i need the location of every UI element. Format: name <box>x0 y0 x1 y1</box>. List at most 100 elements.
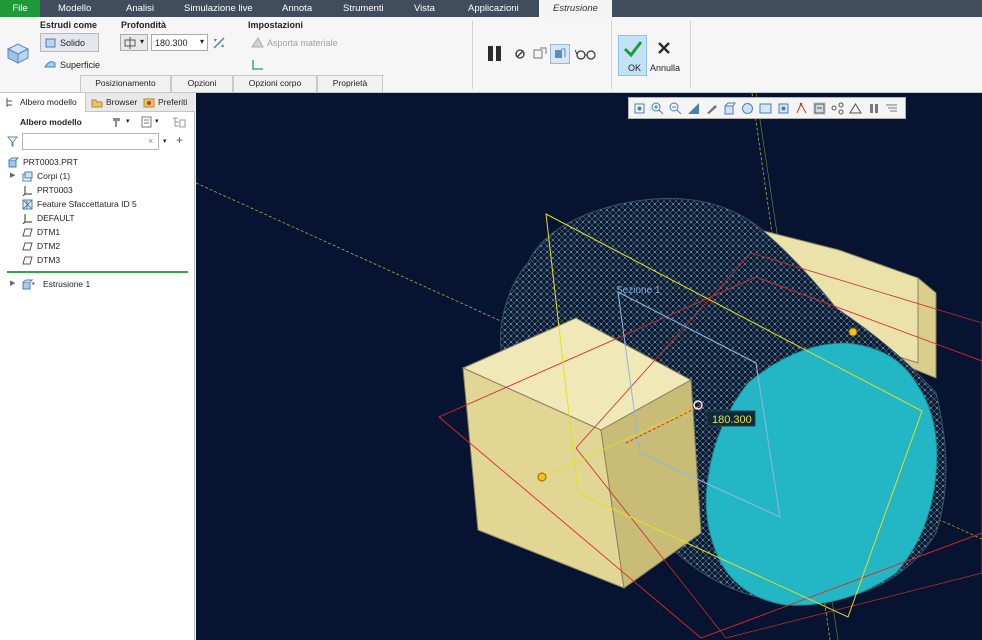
zoom-out-icon[interactable] <box>669 102 682 115</box>
tab-preferiti[interactable]: Preferiti <box>140 93 189 112</box>
pen-icon[interactable] <box>705 102 718 115</box>
surface-icon[interactable] <box>44 58 56 70</box>
part-icon <box>8 157 19 168</box>
solido-button[interactable]: Solido <box>40 33 99 52</box>
plane-icon <box>22 242 33 251</box>
chevron-down-icon: ▾ <box>140 37 145 46</box>
tree-columns-icon[interactable] <box>172 116 186 128</box>
no-preview-icon[interactable] <box>514 48 526 60</box>
folder-icon <box>91 99 103 108</box>
clear-icon[interactable]: × <box>148 136 153 146</box>
extrude-icon: ★ <box>22 279 36 290</box>
zoom-in-icon[interactable] <box>651 102 664 115</box>
tab-albero-modello[interactable]: Albero modello <box>0 93 86 112</box>
glasses-icon[interactable] <box>575 47 597 61</box>
csys-icon <box>22 186 32 196</box>
ribbon-separator <box>690 21 691 89</box>
triangle-icon[interactable] <box>849 102 862 115</box>
verify-mode-toggle[interactable] <box>550 44 570 64</box>
remove-material-icon[interactable] <box>251 36 264 49</box>
display-style-icon[interactable] <box>723 102 736 115</box>
view-toolbar <box>628 97 906 119</box>
pause-icon[interactable] <box>867 102 880 115</box>
tab-estrusione[interactable]: Estrusione <box>539 0 612 17</box>
expand-arrow-icon[interactable]: ▶ <box>10 277 15 291</box>
superficie-label[interactable]: Superficie <box>60 60 100 70</box>
ok-label: OK <box>628 63 642 73</box>
model-scene[interactable]: 180.300 Sezione 1 <box>196 93 982 640</box>
expand-arrow-icon[interactable]: ▶ <box>10 169 15 183</box>
asporta-materiale-label[interactable]: Asporta materiale <box>267 38 338 48</box>
ribbon-separator <box>611 21 612 89</box>
drag-handle[interactable] <box>848 327 858 337</box>
tab-posizionamento[interactable]: Posizionamento <box>80 76 171 92</box>
facet-icon <box>22 199 33 210</box>
bodies-icon <box>22 171 33 182</box>
menu-vista[interactable]: Vista <box>414 0 435 17</box>
annulla-button[interactable]: Annulla <box>650 35 680 76</box>
spin-center-icon[interactable] <box>831 102 844 115</box>
panel-tabs: Albero modello Browser Preferiti <box>0 93 195 112</box>
tab-opzioni[interactable]: Opzioni <box>171 76 233 92</box>
panel-header: Albero modello <box>20 117 82 127</box>
menu-bar: File Modello Analisi Simulazione live An… <box>0 0 982 17</box>
annulla-label: Annulla <box>650 63 681 73</box>
tab-proprieta[interactable]: Proprietà <box>317 76 383 92</box>
annotation-display-icon[interactable] <box>813 102 826 115</box>
attached-preview-icon[interactable] <box>532 46 548 62</box>
insert-indicator[interactable] <box>7 271 188 273</box>
menu-simulazione-live[interactable]: Simulazione live <box>184 0 253 17</box>
profondita-title: Profondità <box>121 20 166 30</box>
ribbon: Estrudi come Solido Superficie Profondit… <box>0 17 982 93</box>
extrude-type-icon[interactable] <box>6 41 30 65</box>
chevron-down-icon[interactable]: ▾ <box>126 117 130 125</box>
filter-icon[interactable] <box>7 136 18 147</box>
graphics-viewport[interactable]: 180.300 Sezione 1 <box>196 93 982 640</box>
view-manager-icon[interactable] <box>759 102 772 115</box>
check-icon <box>623 41 643 58</box>
menu-file[interactable]: File <box>0 0 40 17</box>
settings-hammer-icon[interactable] <box>111 116 123 128</box>
estrudi-come-title: Estrudi come <box>40 20 98 30</box>
verify-icon <box>555 48 566 58</box>
datum-display-icon[interactable] <box>795 102 808 115</box>
solid-icon <box>45 38 56 48</box>
impostazioni-title: Impostazioni <box>248 20 304 30</box>
saved-orientations-icon[interactable] <box>741 102 754 115</box>
menu-applicazioni[interactable]: Applicazioni <box>468 0 519 17</box>
show-icon[interactable] <box>141 116 152 128</box>
flip-direction-icon[interactable] <box>212 36 226 50</box>
chevron-down-icon[interactable]: ▾ <box>163 137 167 145</box>
menu-annota[interactable]: Annota <box>282 0 312 17</box>
chevron-down-icon: ▾ <box>200 37 205 46</box>
plane-icon <box>22 228 33 237</box>
tree-icon <box>6 98 12 107</box>
align-icon[interactable] <box>885 102 898 115</box>
drag-handle[interactable] <box>537 472 547 482</box>
menu-analisi[interactable]: Analisi <box>126 0 154 17</box>
filter-input[interactable]: × <box>22 133 159 150</box>
repaint-icon[interactable] <box>687 102 700 115</box>
menu-strumenti[interactable]: Strumenti <box>343 0 384 17</box>
close-icon <box>658 42 670 54</box>
depth-value-input[interactable]: 180.300 ▾ <box>151 34 208 51</box>
perspective-icon[interactable] <box>777 102 790 115</box>
pause-icon[interactable] <box>487 45 503 63</box>
thicken-icon[interactable] <box>251 58 264 71</box>
model-tree-panel: Albero modello Browser Preferiti Albero … <box>0 93 195 640</box>
favorites-icon <box>143 98 155 108</box>
ribbon-separator <box>472 21 473 89</box>
tab-opzioni-corpo[interactable]: Opzioni corpo <box>233 76 317 92</box>
svg-text:★: ★ <box>31 281 36 287</box>
subtab-bar: Posizionamento Opzioni Opzioni corpo Pro… <box>80 75 384 92</box>
chevron-down-icon[interactable]: ▾ <box>155 117 159 125</box>
menu-modello[interactable]: Modello <box>58 0 91 17</box>
add-filter-icon[interactable]: + <box>176 133 183 147</box>
ok-button[interactable]: OK <box>618 35 647 76</box>
dimension-value[interactable]: 180.300 <box>712 414 752 426</box>
depth-option-dropdown[interactable]: ▾ <box>120 34 148 51</box>
refit-icon[interactable] <box>633 102 646 115</box>
depth-blind-icon <box>124 37 136 49</box>
tab-browser[interactable]: Browser <box>88 93 138 112</box>
csys-icon <box>22 214 32 224</box>
